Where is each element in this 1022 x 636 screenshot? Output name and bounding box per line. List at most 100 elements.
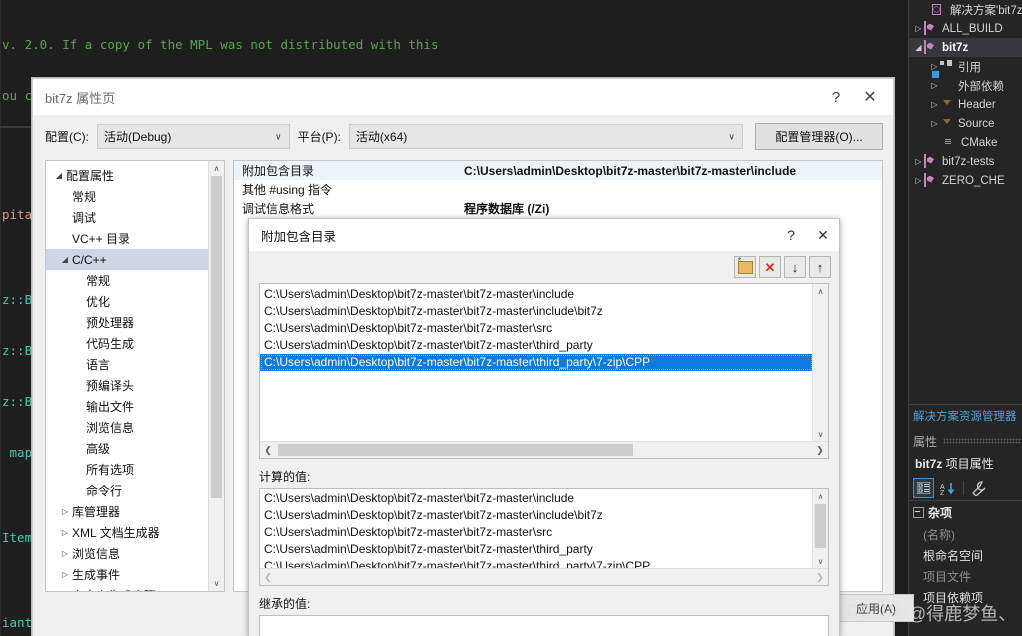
chevron-right-icon[interactable]: ▷	[929, 100, 940, 109]
chevron-right-icon[interactable]: ▷	[58, 507, 72, 516]
list-horizontal-scrollbar[interactable]: ❮ ❯	[260, 441, 828, 458]
list-item[interactable]: C:\Users\admin\Desktop\bit7z-master\bit7…	[260, 303, 813, 320]
property-row-name[interactable]: (名称)	[909, 524, 1022, 545]
configuration-select[interactable]: 活动(Debug) ∨	[97, 124, 290, 149]
chevron-right-icon[interactable]: ▷	[913, 157, 924, 166]
pp-tree-item-browse-info[interactable]: ▷ 浏览信息	[46, 543, 209, 564]
pp-tree-item-language[interactable]: 语言	[46, 354, 209, 375]
solution-explorer-tree[interactable]: ⬡ 解决方案'bit7z ▷ ALL_BUILD ◢ bit7z ▷ 引用 ▷	[909, 0, 1022, 400]
scroll-left-icon[interactable]: ❮	[260, 442, 276, 458]
list-item-selected[interactable]: C:\Users\admin\Desktop\bit7z-master\bit7…	[260, 354, 813, 371]
platform-select[interactable]: 活动(x64) ∨	[348, 124, 743, 149]
new-folder-icon[interactable]	[734, 256, 756, 278]
list-vertical-scrollbar[interactable]: ∧ ∨	[812, 284, 828, 442]
scroll-up-icon[interactable]: ∧	[813, 489, 828, 504]
close-icon[interactable]: ✕	[807, 221, 839, 249]
inherited-value-box[interactable]	[259, 615, 829, 636]
scroll-down-icon[interactable]: ∨	[813, 427, 828, 442]
pp-tree-item-librarian[interactable]: ▷ 库管理器	[46, 501, 209, 522]
pp-tree-item-command-line[interactable]: 命令行	[46, 480, 209, 501]
solution-explorer-tab[interactable]: 解决方案资源管理器	[909, 404, 1022, 427]
hscroll-track[interactable]	[276, 442, 812, 458]
property-row-project-file[interactable]: 项目文件	[909, 566, 1022, 587]
chevron-right-icon[interactable]: ▷	[58, 591, 72, 592]
chevron-right-icon[interactable]: ▷	[929, 81, 940, 90]
pp-tree-item-all-options[interactable]: 所有选项	[46, 459, 209, 480]
alphabetical-sort-icon[interactable]: AZ	[938, 479, 957, 497]
pp-tree-item-general[interactable]: 常规	[46, 186, 209, 207]
move-up-icon[interactable]: ↑	[809, 256, 831, 278]
pp-tree-item-build-events[interactable]: ▷ 生成事件	[46, 564, 209, 585]
pp-tree-item-debugging[interactable]: 调试	[46, 207, 209, 228]
scroll-down-icon[interactable]: ∨	[813, 554, 828, 569]
help-icon[interactable]: ?	[819, 82, 853, 112]
chevron-right-icon[interactable]: ▷	[58, 570, 72, 579]
tree-item-external-dependencies[interactable]: ▷ 外部依赖	[909, 76, 1022, 95]
chevron-down-icon[interactable]: ◢	[913, 43, 924, 52]
wrench-icon[interactable]	[970, 479, 989, 497]
chevron-right-icon[interactable]: ▷	[929, 119, 940, 128]
pp-tree-item-precompiled-headers[interactable]: 预编译头	[46, 375, 209, 396]
pp-tree-item-vcpp-directories[interactable]: VC++ 目录	[46, 228, 209, 249]
tree-item-source-files[interactable]: ▷ Source	[909, 114, 1022, 133]
chevron-right-icon[interactable]: ▷	[913, 24, 924, 33]
pp-tree-item-optimization[interactable]: 优化	[46, 291, 209, 312]
tree-item-bit7z-tests[interactable]: ▷ bit7z-tests	[909, 152, 1022, 171]
chevron-down-icon[interactable]: ◢	[52, 171, 66, 180]
list-item[interactable]: C:\Users\admin\Desktop\bit7z-master\bit7…	[260, 320, 813, 337]
pp-tree-item-preprocessor[interactable]: 预处理器	[46, 312, 209, 333]
property-pages-tree[interactable]: ◢ 配置属性 常规 调试 VC++ 目录 ◢ C/C++ 常规 优化 预处理器 …	[45, 160, 225, 592]
pp-tree-item-cpp-general[interactable]: 常规	[46, 270, 209, 291]
collapse-icon[interactable]	[913, 507, 924, 518]
help-icon[interactable]: ?	[775, 221, 807, 249]
tree-item-solution[interactable]: ⬡ 解决方案'bit7z	[909, 0, 1022, 19]
close-icon[interactable]: ✕	[853, 82, 887, 112]
grid-row-additional-include-directories[interactable]: 附加包含目录 C:\Users\admin\Desktop\bit7z-mast…	[234, 161, 882, 180]
list-item[interactable]: C:\Users\admin\Desktop\bit7z-master\bit7…	[260, 286, 813, 303]
pp-tree-item-xml-doc-generator[interactable]: ▷ XML 文档生成器	[46, 522, 209, 543]
scrollbar-thumb[interactable]	[211, 176, 222, 498]
properties-header: 属性	[909, 430, 1022, 452]
tree-item-zero-check[interactable]: ▷ ZERO_CHE	[909, 171, 1022, 190]
tree-item-bit7z[interactable]: ◢ bit7z	[909, 38, 1022, 57]
list-item[interactable]: C:\Users\admin\Desktop\bit7z-master\bit7…	[260, 337, 813, 354]
chevron-right-icon[interactable]: ▷	[913, 176, 924, 185]
apply-button[interactable]: 应用(A)	[838, 594, 914, 622]
scroll-right-icon[interactable]: ❯	[812, 442, 828, 458]
pp-tree-item-configuration-properties[interactable]: ◢ 配置属性	[46, 165, 209, 186]
chevron-right-icon[interactable]: ▷	[58, 549, 72, 558]
pp-tree-item-advanced[interactable]: 高级	[46, 438, 209, 459]
chevron-down-icon[interactable]: ◢	[58, 255, 72, 264]
pp-tree-scrollbar[interactable]: ∧ ∨	[208, 161, 224, 591]
pp-tree-item-custom-build-step[interactable]: ▷ 自定义生成步骤	[46, 585, 209, 592]
pp-tree-item-browse-information[interactable]: 浏览信息	[46, 417, 209, 438]
pp-tree-item-c-cpp[interactable]: ◢ C/C++	[46, 249, 209, 270]
scroll-up-icon[interactable]: ∧	[813, 284, 828, 299]
configuration-manager-button[interactable]: 配置管理器(O)...	[755, 123, 883, 150]
scrollbar-thumb[interactable]	[278, 444, 633, 456]
grid-row-debug-information-format[interactable]: 调试信息格式 程序数据库 (/Zi)	[234, 199, 882, 218]
computed-value-box[interactable]: C:\Users\admin\Desktop\bit7z-master\bit7…	[259, 488, 829, 586]
tree-item-cmake-file[interactable]: CMake	[909, 133, 1022, 152]
scrollbar-thumb[interactable]	[815, 504, 826, 548]
properties-group-misc[interactable]: 杂项	[909, 501, 1022, 524]
pp-tree-item-output-files[interactable]: 输出文件	[46, 396, 209, 417]
include-directories-list[interactable]: C:\Users\admin\Desktop\bit7z-master\bit7…	[259, 283, 829, 459]
chevron-right-icon[interactable]: ▷	[58, 528, 72, 537]
property-row-project-dependencies[interactable]: 项目依赖项	[909, 587, 1022, 608]
grid-row-additional-using-directives[interactable]: 其他 #using 指令	[234, 180, 882, 199]
categorized-view-icon[interactable]	[913, 478, 934, 498]
delete-icon[interactable]: ✕	[759, 256, 781, 278]
include-dialog-titlebar[interactable]: 附加包含目录 ? ✕	[249, 219, 839, 251]
scroll-up-icon[interactable]: ∧	[209, 161, 224, 176]
computed-horizontal-scrollbar[interactable]: ❮ ❯	[260, 568, 828, 585]
pp-tree-item-code-generation[interactable]: 代码生成	[46, 333, 209, 354]
computed-vertical-scrollbar[interactable]: ∧ ∨	[812, 489, 828, 569]
property-pages-titlebar[interactable]: bit7z 属性页 ? ✕	[33, 79, 893, 115]
tree-item-all-build[interactable]: ▷ ALL_BUILD	[909, 19, 1022, 38]
property-row-root-namespace[interactable]: 根命名空间	[909, 545, 1022, 566]
scroll-down-icon[interactable]: ∨	[209, 576, 224, 591]
tree-item-header-files[interactable]: ▷ Header	[909, 95, 1022, 114]
tree-item-references[interactable]: ▷ 引用	[909, 57, 1022, 76]
move-down-icon[interactable]: ↓	[784, 256, 806, 278]
